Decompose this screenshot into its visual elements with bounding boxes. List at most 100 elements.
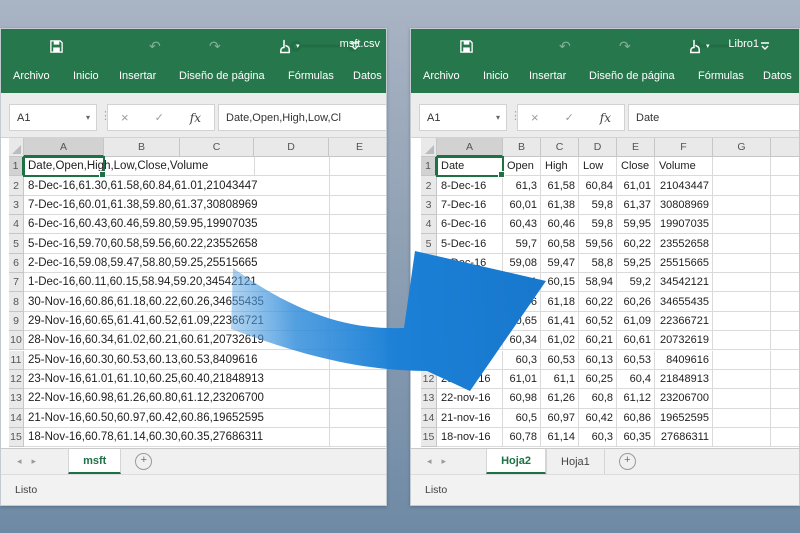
column-header-A[interactable]: A bbox=[24, 138, 104, 157]
cell[interactable]: 28-nov-16 bbox=[437, 331, 503, 350]
cell[interactable]: 60,5 bbox=[503, 409, 541, 428]
cell[interactable]: 59,25 bbox=[617, 254, 655, 273]
cell[interactable]: 60,21 bbox=[579, 331, 617, 350]
cell[interactable] bbox=[771, 409, 800, 428]
cell[interactable]: 58,94 bbox=[579, 273, 617, 292]
formula-input[interactable]: Date,Open,High,Low,Cl bbox=[218, 104, 386, 131]
cell[interactable]: 60,22 bbox=[617, 234, 655, 253]
cell[interactable]: 61,18 bbox=[541, 292, 579, 311]
column-header-F[interactable]: F bbox=[655, 138, 713, 157]
formula-input[interactable]: Date bbox=[628, 104, 799, 131]
column-header-extra[interactable] bbox=[771, 138, 800, 157]
cell[interactable]: 61,58 bbox=[541, 176, 579, 195]
column-header-D[interactable]: D bbox=[254, 138, 329, 157]
cell[interactable]: 60,34 bbox=[503, 331, 541, 350]
cell[interactable]: 23206700 bbox=[655, 389, 713, 408]
cell[interactable]: 60,8 bbox=[579, 389, 617, 408]
confirm-entry-icon[interactable]: ✓ bbox=[155, 111, 164, 124]
cell[interactable]: 60,53 bbox=[541, 351, 579, 370]
cell[interactable]: 60,58 bbox=[541, 234, 579, 253]
table-row[interactable]: 30-Nov-16,60.86,61.18,60.22,60.26,346554… bbox=[24, 292, 387, 311]
cell[interactable]: 60,35 bbox=[617, 428, 655, 447]
name-box[interactable]: A1 ▾ bbox=[9, 104, 97, 131]
column-header-E[interactable]: E bbox=[329, 138, 387, 157]
table-row[interactable]: 22-Nov-16,60.98,61.26,60.80,61.12,232067… bbox=[24, 389, 387, 408]
row-number[interactable]: 9 bbox=[421, 312, 437, 331]
cell[interactable] bbox=[771, 312, 800, 331]
cell[interactable]: 61,1 bbox=[541, 370, 579, 389]
confirm-entry-icon[interactable]: ✓ bbox=[565, 111, 574, 124]
cell[interactable]: 60,22 bbox=[579, 292, 617, 311]
table-row[interactable]: 28-Nov-16,60.34,61.02,60.21,60.61,207326… bbox=[24, 331, 387, 350]
add-sheet-button[interactable]: + bbox=[135, 449, 152, 474]
sheet-tab-hoja2[interactable]: Hoja2 bbox=[486, 449, 546, 474]
cell[interactable]: 1-Dec-16 bbox=[437, 273, 503, 292]
undo-button[interactable]: ↶ bbox=[559, 37, 571, 55]
worksheet-grid-csv[interactable]: ABCDE1Date,Open,High,Low,Close,Volume28-… bbox=[1, 138, 386, 448]
ribbon-tab-datos[interactable]: Datos bbox=[353, 70, 382, 82]
cell[interactable]: 60,42 bbox=[579, 409, 617, 428]
cell[interactable]: 60,52 bbox=[579, 312, 617, 331]
cell[interactable] bbox=[771, 254, 800, 273]
cell[interactable]: Volume bbox=[655, 157, 713, 176]
cell[interactable]: 60,53 bbox=[617, 351, 655, 370]
save-button[interactable] bbox=[459, 37, 474, 55]
add-sheet-button[interactable]: + bbox=[619, 449, 636, 474]
cell[interactable]: 23-nov-16 bbox=[437, 370, 503, 389]
row-number[interactable]: 8 bbox=[421, 292, 437, 311]
cell[interactable]: 60,01 bbox=[503, 196, 541, 215]
row-number[interactable]: 11 bbox=[421, 351, 437, 370]
undo-button[interactable]: ↶ bbox=[149, 37, 161, 55]
cell[interactable] bbox=[713, 331, 771, 350]
select-all-corner[interactable] bbox=[9, 138, 24, 157]
cell[interactable]: 19652595 bbox=[655, 409, 713, 428]
cell[interactable]: 60,43 bbox=[503, 215, 541, 234]
customize-quick-access-icon[interactable] bbox=[759, 37, 771, 55]
row-number[interactable]: 10 bbox=[9, 331, 24, 350]
cell[interactable]: 60,3 bbox=[503, 351, 541, 370]
ribbon-tab-archivo[interactable]: Archivo bbox=[423, 70, 460, 82]
cell[interactable]: 61,3 bbox=[503, 176, 541, 195]
cell[interactable]: Low bbox=[579, 157, 617, 176]
fill-handle[interactable] bbox=[99, 171, 106, 178]
cell[interactable]: 60,25 bbox=[579, 370, 617, 389]
column-header-A[interactable]: A bbox=[437, 138, 503, 157]
column-header-D[interactable]: D bbox=[579, 138, 617, 157]
cell[interactable]: 61,01 bbox=[617, 176, 655, 195]
cell[interactable]: 61,02 bbox=[541, 331, 579, 350]
cell[interactable]: 60,78 bbox=[503, 428, 541, 447]
row-number[interactable]: 3 bbox=[421, 196, 437, 215]
cell[interactable] bbox=[771, 370, 800, 389]
touch-mode-button[interactable]: ▾ bbox=[689, 37, 710, 55]
next-sheet-icon[interactable]: ▸ bbox=[32, 456, 37, 467]
cell[interactable]: 8409616 bbox=[655, 351, 713, 370]
table-row[interactable]: 5-Dec-16,59.70,60.58,59.56,60.22,2355265… bbox=[24, 234, 387, 253]
cell[interactable] bbox=[713, 196, 771, 215]
redo-button[interactable]: ↷ bbox=[619, 37, 631, 55]
row-number[interactable]: 12 bbox=[9, 370, 24, 389]
ribbon-tab-inicio[interactable]: Inicio bbox=[73, 70, 99, 82]
cell[interactable]: 27686311 bbox=[655, 428, 713, 447]
cell[interactable] bbox=[713, 312, 771, 331]
cell[interactable]: 61,41 bbox=[541, 312, 579, 331]
worksheet-grid-libro1[interactable]: ABCDEFG1DateOpenHighLowCloseVolume28-Dec… bbox=[411, 138, 799, 448]
row-number[interactable]: 6 bbox=[9, 254, 24, 273]
cell[interactable] bbox=[771, 428, 800, 447]
cell[interactable]: 59,7 bbox=[503, 234, 541, 253]
cell[interactable]: 22-nov-16 bbox=[437, 389, 503, 408]
fill-handle[interactable] bbox=[498, 171, 505, 178]
cell[interactable]: 25515665 bbox=[655, 254, 713, 273]
cell[interactable]: 18-nov-16 bbox=[437, 428, 503, 447]
table-row[interactable]: 7-Dec-16,60.01,61.38,59.80,61.37,3080896… bbox=[24, 196, 387, 215]
table-row[interactable]: 6-Dec-16,60.43,60.46,59.80,59.95,1990703… bbox=[24, 215, 387, 234]
cell[interactable]: 5-Dec-16 bbox=[437, 234, 503, 253]
name-box-caret-icon[interactable]: ▾ bbox=[496, 113, 500, 122]
table-row[interactable]: 25-Nov-16,60.30,60.53,60.13,60.53,840961… bbox=[24, 351, 387, 370]
cell[interactable] bbox=[771, 196, 800, 215]
row-number[interactable]: 7 bbox=[421, 273, 437, 292]
name-box-caret-icon[interactable]: ▾ bbox=[86, 113, 90, 122]
table-row[interactable]: 21-Nov-16,60.50,60.97,60.42,60.86,196525… bbox=[24, 409, 387, 428]
row-number[interactable]: 4 bbox=[421, 215, 437, 234]
cell[interactable] bbox=[771, 292, 800, 311]
cell[interactable]: 60,11 bbox=[503, 273, 541, 292]
